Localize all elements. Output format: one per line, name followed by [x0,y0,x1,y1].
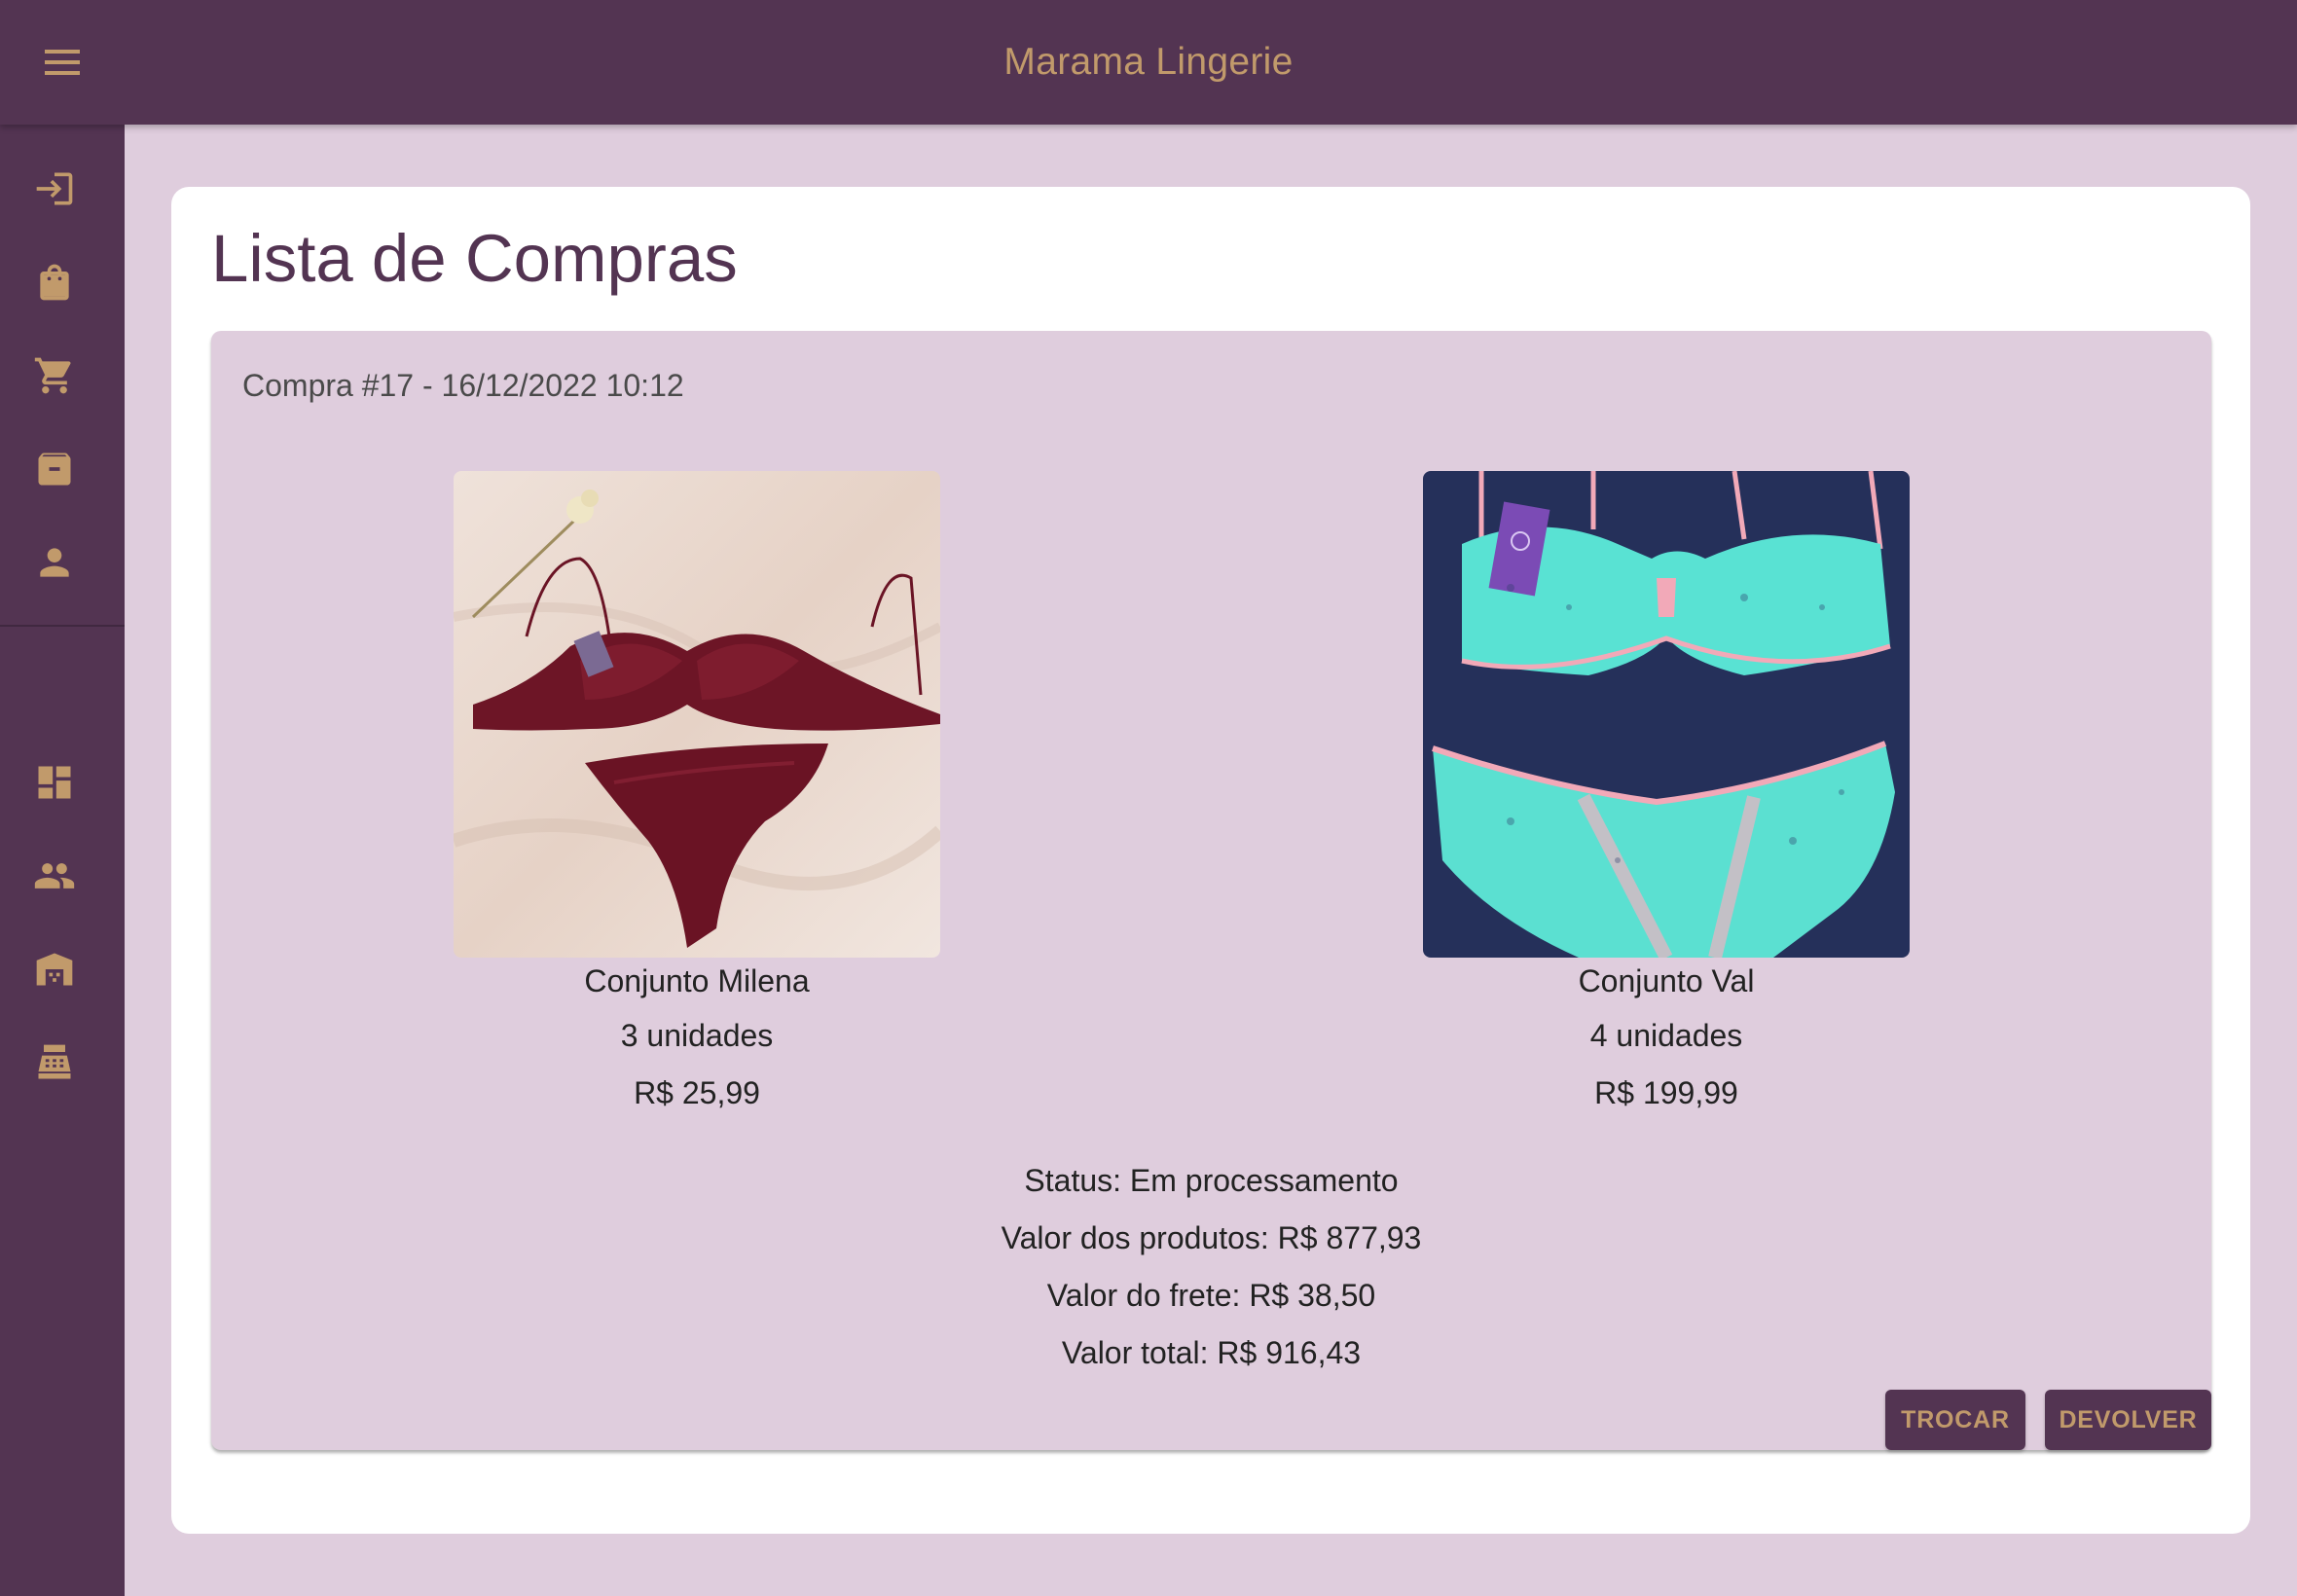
sidebar-item-archive[interactable] [18,432,91,506]
order-status: Status: Em processamento [1024,1163,1399,1198]
product-name: Conjunto Milena [584,963,810,998]
sidebar-item-login[interactable] [18,152,91,226]
dashboard-icon [38,766,71,799]
product-name: Conjunto Val [1578,963,1755,998]
product-image-milena [454,471,940,958]
sidebar-item-clients[interactable] [18,839,91,913]
sidebar-item-stock[interactable] [18,932,91,1006]
sidebar-divider [0,625,125,627]
hamburger-menu-icon[interactable] [35,39,90,86]
product-quantity: 4 unidades [1589,1018,1743,1053]
app-bar: Marama Lingerie [0,0,2297,125]
shopping-bag-icon [40,264,69,301]
order-header: Compra #17 - 16/12/2022 10:12 [242,368,684,403]
warehouse-icon [36,953,73,986]
shipping-value: Valor do frete: R$ 38,50 [1046,1278,1376,1313]
total-value: Valor total: R$ 916,43 [1061,1335,1362,1370]
exchange-button[interactable]: TROCAR [1885,1390,2025,1450]
order-panel: Compra #17 - 16/12/2022 10:12 Conjunto M… [211,331,2211,1450]
sidebar-item-dashboard[interactable] [18,745,91,819]
product-image-val [1423,471,1910,958]
return-button[interactable]: DEVOLVER [2045,1390,2211,1450]
product-price: R$ 25,99 [634,1075,760,1110]
sidebar-item-products[interactable] [18,245,91,319]
products-value: Valor dos produtos: R$ 877,93 [1001,1220,1422,1255]
product-price: R$ 199,99 [1594,1075,1738,1110]
login-icon [36,172,73,205]
product-card: Conjunto Val 4 unidades R$ 199,99 [1423,471,1910,1110]
sidebar-item-sales[interactable] [18,1026,91,1100]
sidebar-nav [0,125,125,1596]
product-quantity: 3 unidades [620,1018,774,1053]
people-icon [34,863,75,889]
app-title: Marama Lingerie [1003,41,1294,83]
cash-register-icon [38,1044,71,1079]
sidebar-item-cart[interactable] [18,339,91,413]
purchase-list-card: Lista de Compras Compra #17 - 16/12/2022… [171,187,2250,1534]
order-summary: Status: Em processamento Valor dos produ… [211,1163,2211,1393]
sidebar-item-profile[interactable] [18,526,91,599]
cart-icon [34,357,71,394]
page-title: Lista de Compras [211,221,738,296]
product-card: Conjunto Milena 3 unidades R$ 25,99 [454,471,940,1110]
person-icon [40,548,69,577]
archive-icon [38,453,71,486]
